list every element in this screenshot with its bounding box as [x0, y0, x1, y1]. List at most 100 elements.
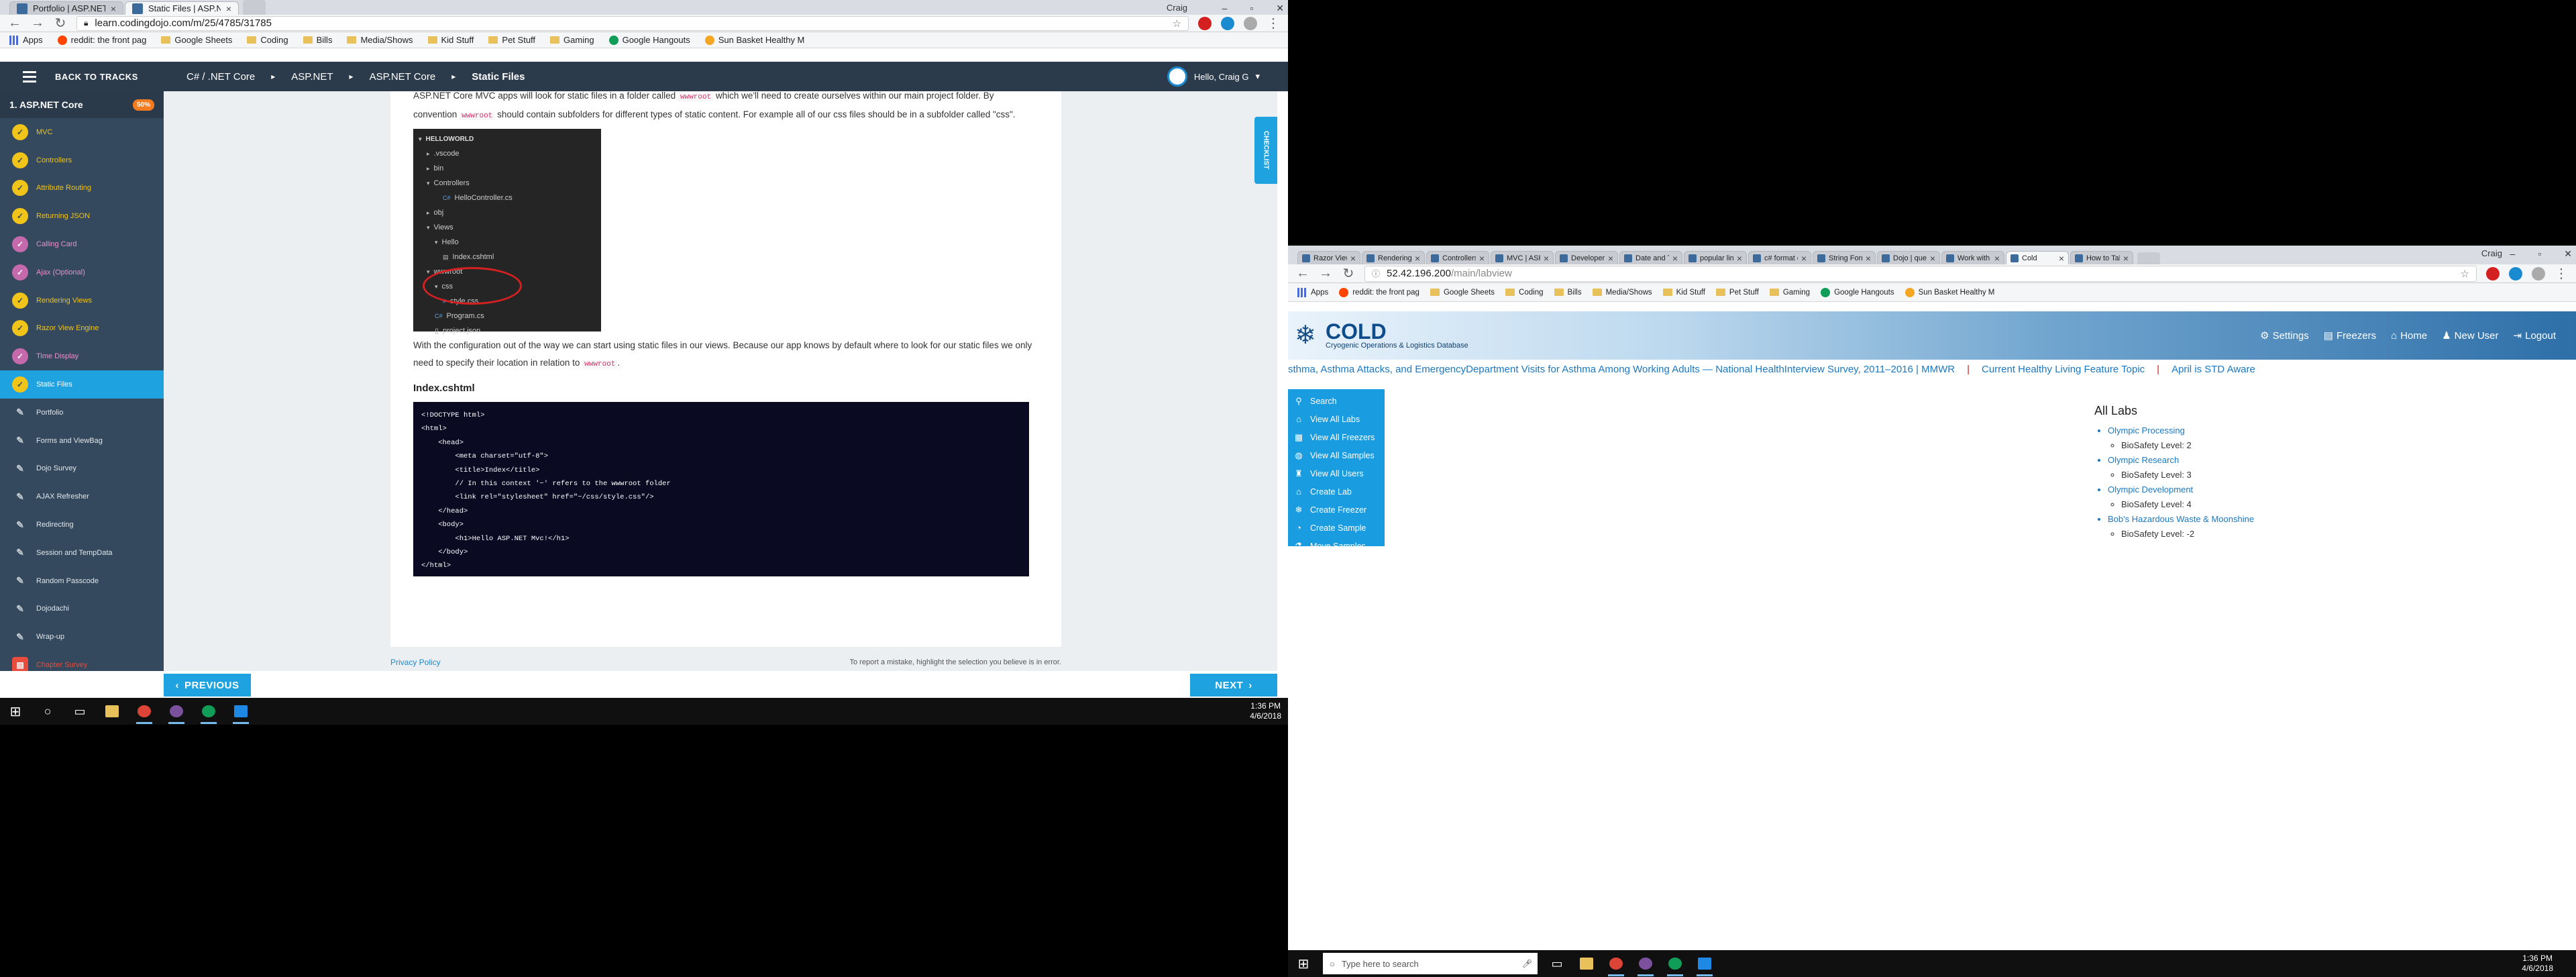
close-tab-icon[interactable]: × — [1801, 253, 1807, 264]
profile-name[interactable]: Craig — [1167, 3, 1187, 13]
taskbar-clock[interactable]: 1:36 PM 4/6/2018 — [1250, 701, 1281, 721]
hamburger-icon[interactable] — [16, 62, 43, 91]
back-arrow-icon[interactable]: ← — [8, 15, 21, 31]
close-tab-icon[interactable]: × — [1479, 253, 1485, 264]
close-tab-icon[interactable]: × — [1994, 253, 2000, 264]
windows-start-icon[interactable]: ⊞ — [5, 701, 25, 721]
extension-icon[interactable] — [2532, 266, 2545, 280]
browser-tab[interactable]: Work with c× — [1941, 251, 2004, 264]
browser-tab[interactable]: MVC | ASP × — [1491, 251, 1554, 264]
lab-link[interactable]: Olympic Development — [2108, 482, 2254, 497]
nav-logout[interactable]: ⇥ Logout — [2514, 329, 2556, 342]
minimize-icon[interactable]: – — [1222, 3, 1228, 14]
ticker-item[interactable]: Current Healthy Living Feature Topic — [1982, 364, 2145, 375]
sidebar-item[interactable]: ✎ Random Passcode — [0, 567, 164, 595]
bookmark-apps[interactable]: Apps — [1297, 287, 1328, 297]
sidebar-item[interactable]: ✎ Redirecting — [0, 511, 164, 539]
sidebar-item[interactable]: ✓ Static Files — [0, 370, 164, 399]
close-tab-icon[interactable]: × — [2059, 253, 2064, 264]
nav-new-user[interactable]: ♟ New User — [2442, 329, 2498, 342]
bookmark-star-icon[interactable]: ☆ — [2461, 268, 2469, 280]
close-tab-icon[interactable]: × — [1672, 253, 1678, 264]
forward-arrow-icon[interactable]: → — [1319, 266, 1332, 281]
bookmark-sheets[interactable]: Google Sheets — [1430, 289, 1495, 297]
sidebar-item[interactable]: ✎ Dojo Survey — [0, 455, 164, 483]
browser-tab[interactable]: Razor View E× — [1297, 251, 1360, 264]
close-window-icon[interactable]: ✕ — [1276, 3, 1284, 14]
lab-link[interactable]: Bob's Hazardous Waste & Moonshine — [2108, 512, 2254, 527]
close-tab-icon[interactable]: × — [1608, 253, 1613, 264]
browser-tab[interactable]: Date and Tim× — [1619, 251, 1682, 264]
nav-home[interactable]: ⌂ Home — [2391, 329, 2427, 342]
close-window-icon[interactable]: ✕ — [2564, 248, 2572, 260]
new-tab-button[interactable] — [2137, 252, 2160, 264]
breadcrumb-item[interactable]: ASP.NET Core — [370, 71, 436, 83]
reload-icon[interactable]: ↻ — [1342, 265, 1355, 282]
browser-tab[interactable]: popular links × — [1684, 251, 1747, 264]
close-tab-icon[interactable]: × — [111, 3, 116, 14]
maximize-icon[interactable]: ▫ — [1250, 3, 1253, 14]
adblock-icon[interactable] — [1198, 16, 1212, 30]
chrome-icon[interactable] — [134, 701, 154, 724]
bookmark-coding[interactable]: Coding — [247, 35, 288, 45]
bookmark-bills[interactable]: Bills — [303, 35, 332, 45]
bookmark-media[interactable]: Media/Shows — [1592, 289, 1652, 297]
sidebar-item[interactable]: ✓ Attribute Routing — [0, 174, 164, 203]
chrome-icon[interactable] — [1606, 954, 1626, 976]
menu-item[interactable]: ⌂ View All Labs — [1288, 410, 1385, 428]
sidebar-item[interactable]: ✎ Session and TempData — [0, 539, 164, 567]
sidebar-item[interactable]: ✎ Dojodachi — [0, 595, 164, 623]
user-menu[interactable]: Hello, Craig G ▾ — [1167, 66, 1260, 87]
menu-item[interactable]: ♜ View All Users — [1288, 464, 1385, 482]
bookmark-gaming[interactable]: Gaming — [1769, 289, 1810, 297]
task-view-icon[interactable]: ▭ — [70, 701, 90, 721]
close-tab-icon[interactable]: × — [1415, 253, 1420, 264]
close-tab-icon[interactable]: × — [1930, 253, 1935, 264]
file-explorer-icon[interactable] — [102, 701, 122, 721]
sidebar-item[interactable]: ✓ Controllers — [0, 146, 164, 174]
windows-start-icon[interactable]: ⊞ — [1293, 954, 1313, 974]
previous-button[interactable]: ‹ PREVIOUS — [164, 674, 251, 697]
chrome-alt-icon[interactable] — [1665, 954, 1685, 976]
sidebar-item[interactable]: ✓ Calling Card — [0, 230, 164, 258]
sidebar-item[interactable]: ✓ Time Display — [0, 342, 164, 370]
browser-tab-active[interactable]: Static Files | ASP.NET Co × — [125, 1, 239, 15]
sidebar-item[interactable]: ✓ MVC — [0, 118, 164, 146]
forward-arrow-icon[interactable]: → — [31, 15, 44, 31]
bookmark-sheets[interactable]: Google Sheets — [161, 35, 232, 45]
browser-tab[interactable]: Developer T× — [1555, 251, 1618, 264]
menu-dots-icon[interactable]: ⋮ — [1267, 15, 1280, 32]
privacy-policy-link[interactable]: Privacy Policy — [390, 658, 441, 667]
extension-icon[interactable] — [2509, 266, 2522, 280]
bookmark-pet[interactable]: Pet Stuff — [1715, 289, 1759, 297]
sidebar-item[interactable]: ✓ Rendering Views — [0, 287, 164, 315]
bookmark-kid[interactable]: Kid Stuff — [427, 35, 474, 45]
viber-icon[interactable] — [1635, 954, 1656, 976]
browser-tab[interactable]: How to Take× — [2070, 251, 2133, 264]
taskbar-search[interactable]: ○ Type here to search 🎤︎ — [1323, 953, 1538, 974]
menu-item[interactable]: ⚗ Move Samples — [1288, 537, 1385, 555]
bookmark-pet[interactable]: Pet Stuff — [488, 35, 535, 45]
bookmark-star-icon[interactable]: ☆ — [1173, 17, 1181, 30]
lab-link[interactable]: Olympic Research — [2108, 453, 2254, 468]
menu-item[interactable]: ▦ View All Freezers — [1288, 428, 1385, 446]
bookmark-sunbasket[interactable]: Sun Basket Healthy M — [1904, 287, 1994, 297]
reload-icon[interactable]: ↻ — [54, 15, 67, 32]
new-tab-button[interactable] — [243, 0, 266, 15]
browser-tab[interactable]: Controllers × — [1426, 251, 1489, 264]
back-to-tracks-link[interactable]: BACK TO TRACKS — [55, 72, 162, 82]
vscode-icon[interactable] — [231, 701, 251, 724]
adblock-icon[interactable] — [2486, 266, 2500, 280]
browser-tab[interactable]: String Form × — [1813, 251, 1876, 264]
lab-link[interactable]: Olympic Processing — [2108, 423, 2254, 438]
extension-icon[interactable] — [1244, 16, 1257, 30]
bookmark-bills[interactable]: Bills — [1554, 289, 1582, 297]
ticker-item[interactable]: April is STD Aware — [2171, 364, 2255, 375]
viber-icon[interactable] — [166, 701, 186, 724]
sidebar-item[interactable]: ✎ Wrap-up — [0, 623, 164, 651]
bookmark-reddit[interactable]: reddit: the front pag — [1339, 287, 1419, 297]
nav-freezers[interactable]: ▤ Freezers — [2324, 329, 2376, 342]
chrome-alt-icon[interactable] — [199, 701, 219, 724]
minimize-icon[interactable]: – — [2510, 248, 2516, 260]
bookmark-hangouts[interactable]: Google Hangouts — [608, 35, 690, 45]
